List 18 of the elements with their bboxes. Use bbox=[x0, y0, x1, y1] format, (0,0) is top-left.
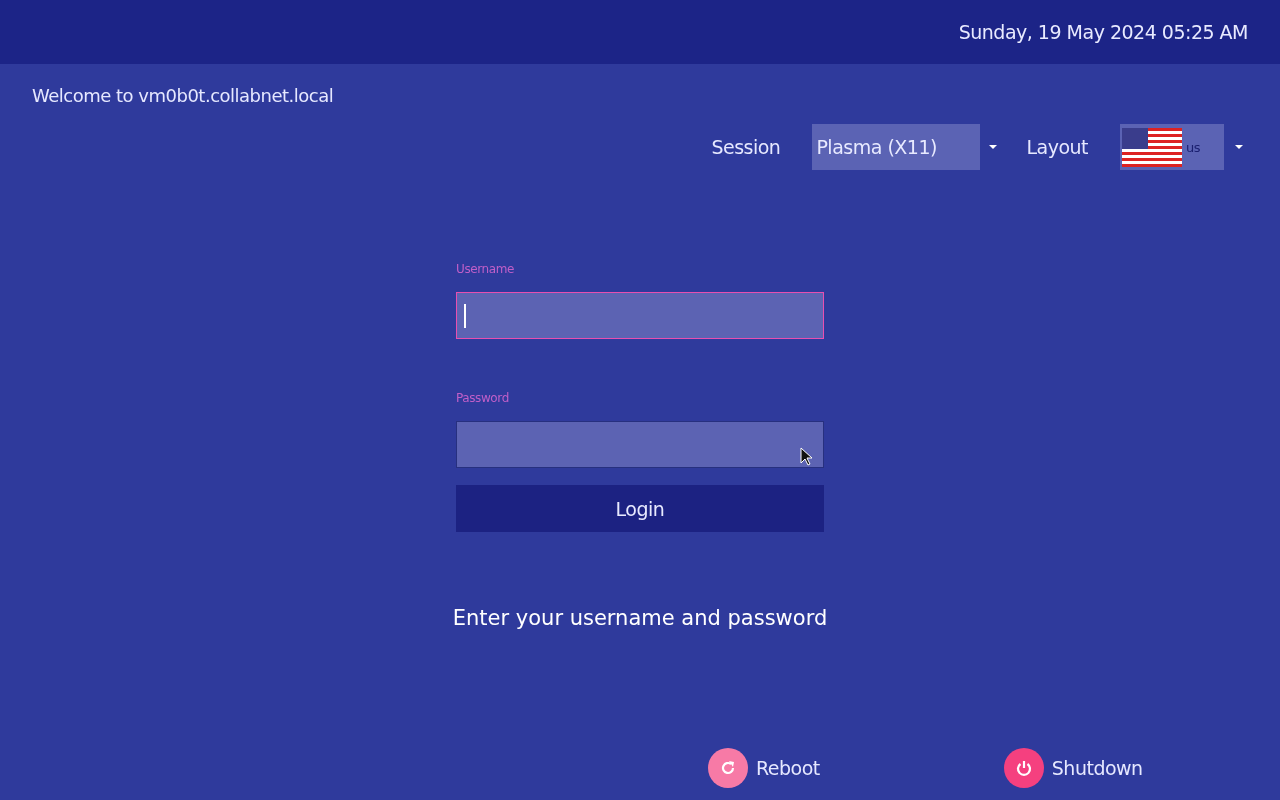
flag-icon bbox=[1122, 127, 1182, 167]
status-message: Enter your username and password bbox=[452, 606, 828, 630]
login-button[interactable]: Login bbox=[456, 485, 824, 532]
welcome-text: Welcome to vm0b0t.collabnet.local bbox=[32, 85, 334, 106]
reload-icon bbox=[719, 759, 737, 777]
username-field[interactable] bbox=[456, 292, 824, 339]
session-label: Session bbox=[711, 136, 781, 158]
field-label: Username bbox=[456, 262, 515, 276]
layout-label: Layout bbox=[1026, 136, 1088, 158]
session-dropdown[interactable]: Plasma (X11) bbox=[812, 124, 981, 170]
date-time: Sunday, 19 May 2024 05:25 AM bbox=[958, 21, 1248, 43]
field-label: Password bbox=[456, 391, 510, 405]
reboot-button[interactable]: Reboot bbox=[708, 748, 820, 788]
power-icon bbox=[1014, 759, 1033, 777]
text-cursor bbox=[464, 303, 466, 328]
password-field[interactable] bbox=[456, 421, 824, 468]
mouse-pointer-icon bbox=[800, 447, 813, 467]
shutdown-button[interactable]: Shutdown bbox=[1003, 748, 1143, 788]
